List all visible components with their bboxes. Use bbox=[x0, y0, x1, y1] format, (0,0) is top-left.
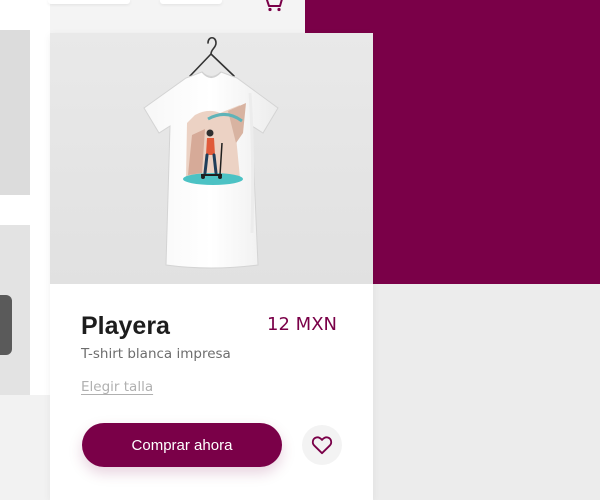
product-title: Playera bbox=[81, 312, 170, 340]
tshirt-illustration bbox=[143, 36, 279, 269]
buy-now-button[interactable]: Comprar ahora bbox=[82, 423, 282, 467]
choose-size-link[interactable]: Elegir talla bbox=[81, 379, 153, 395]
gray-background-panel bbox=[373, 284, 600, 500]
top-nav-item[interactable] bbox=[48, 0, 130, 4]
previous-product-card bbox=[0, 395, 50, 500]
product-price: 12 MXN bbox=[267, 314, 337, 335]
heart-icon bbox=[311, 436, 333, 455]
previous-product-column bbox=[0, 0, 50, 500]
product-description: T-shirt blanca impresa bbox=[81, 346, 231, 362]
previous-product-detail bbox=[0, 295, 12, 355]
favorite-button[interactable] bbox=[302, 425, 342, 465]
top-nav-item[interactable] bbox=[160, 0, 222, 4]
product-image[interactable] bbox=[50, 33, 373, 284]
cart-icon[interactable] bbox=[262, 0, 284, 12]
previous-product-image[interactable] bbox=[0, 30, 30, 195]
product-card: Playera 12 MXN T-shirt blanca impresa El… bbox=[50, 33, 373, 500]
